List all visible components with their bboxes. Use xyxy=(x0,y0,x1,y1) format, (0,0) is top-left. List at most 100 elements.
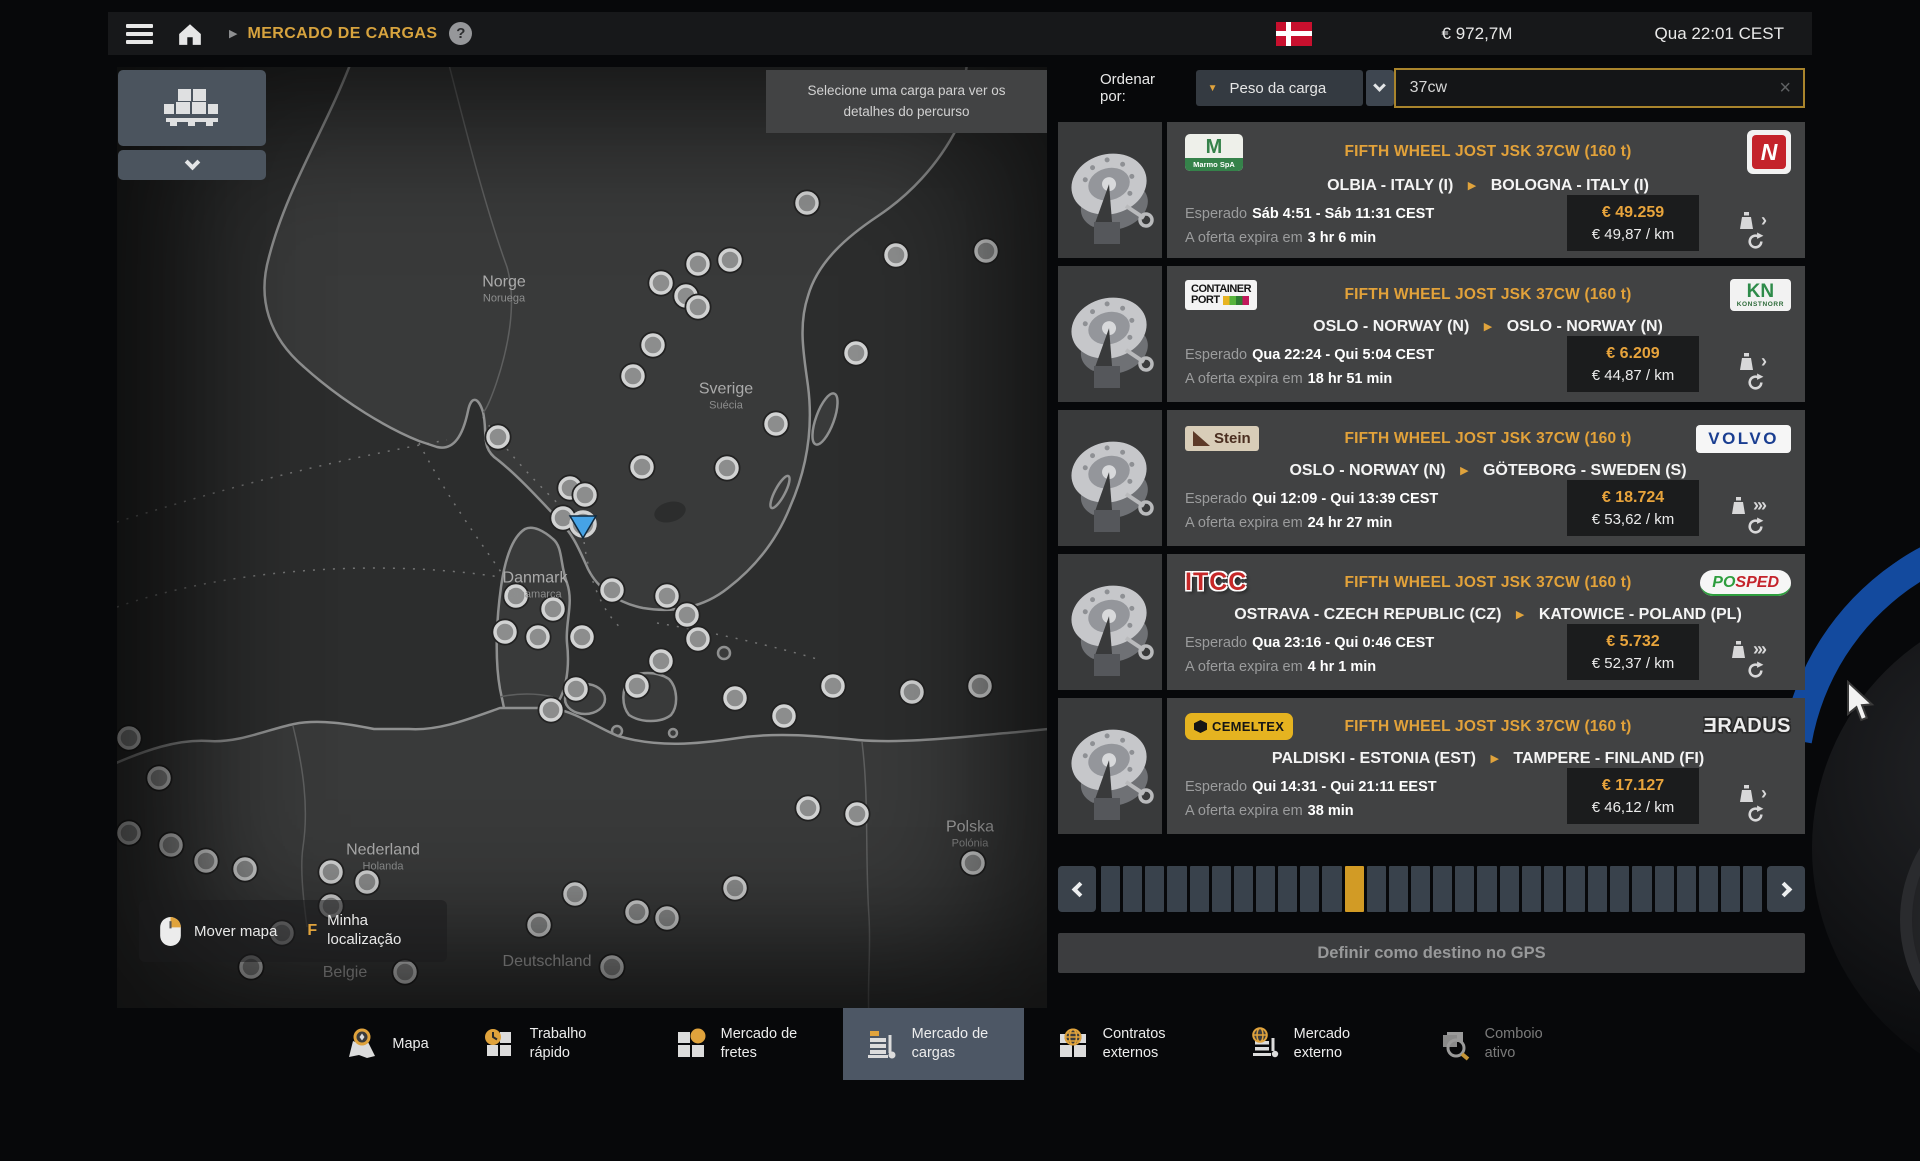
sort-dropdown[interactable]: ▼ Peso da carga xyxy=(1196,70,1364,106)
search-input[interactable] xyxy=(1408,78,1780,98)
page-block[interactable] xyxy=(1278,866,1297,912)
cargo-marker[interactable] xyxy=(493,620,518,645)
cargo-marker[interactable] xyxy=(621,364,646,389)
cargo-marker[interactable] xyxy=(319,860,344,885)
help-icon[interactable]: ? xyxy=(449,22,472,45)
prev-page-button[interactable] xyxy=(1058,866,1096,912)
page-block[interactable] xyxy=(1190,866,1209,912)
cargo-marker[interactable] xyxy=(630,455,655,480)
cargo-marker[interactable] xyxy=(233,857,258,882)
page-block[interactable] xyxy=(1212,866,1231,912)
next-page-button[interactable] xyxy=(1767,866,1805,912)
cargo-marker[interactable] xyxy=(968,674,993,699)
tab-quick-job[interactable]: Trabalho rápido xyxy=(461,1008,642,1080)
cargo-marker[interactable] xyxy=(541,597,566,622)
cargo-marker[interactable] xyxy=(655,584,680,609)
home-icon[interactable] xyxy=(177,22,203,46)
cargo-marker[interactable] xyxy=(539,698,564,723)
cargo-offer-row[interactable]: ITCC FIFTH WHEEL JOST JSK 37CW (160 t) P… xyxy=(1058,554,1805,690)
cargo-marker[interactable] xyxy=(649,649,674,674)
page-block[interactable] xyxy=(1367,866,1386,912)
page-block[interactable] xyxy=(1455,866,1474,912)
cargo-marker[interactable] xyxy=(686,252,711,277)
page-block[interactable] xyxy=(1101,866,1120,912)
cargo-marker[interactable] xyxy=(715,456,740,481)
filter-expand-button[interactable] xyxy=(118,150,266,180)
page-block[interactable] xyxy=(1477,866,1496,912)
cargo-marker[interactable] xyxy=(504,584,529,609)
cargo-marker[interactable] xyxy=(625,900,650,925)
cargo-marker[interactable] xyxy=(486,425,511,450)
cargo-marker[interactable] xyxy=(600,955,625,980)
cargo-marker[interactable] xyxy=(961,851,986,876)
page-block-current[interactable] xyxy=(1345,866,1364,912)
cargo-marker[interactable] xyxy=(564,677,589,702)
cargo-offer-row[interactable]: M Marmo SpA FIFTH WHEEL JOST JSK 37CW (1… xyxy=(1058,122,1805,258)
cargo-marker[interactable] xyxy=(686,627,711,652)
cargo-offer-row[interactable]: CEMELTEX FIFTH WHEEL JOST JSK 37CW (160 … xyxy=(1058,698,1805,834)
clear-search-icon[interactable]: × xyxy=(1779,78,1791,98)
cargo-marker[interactable] xyxy=(393,960,418,985)
cargo-marker[interactable] xyxy=(117,821,142,846)
page-block[interactable] xyxy=(1145,866,1164,912)
cargo-marker[interactable] xyxy=(772,704,797,729)
page-block[interactable] xyxy=(1544,866,1563,912)
cargo-marker[interactable] xyxy=(563,882,588,907)
cargo-type-filter-button[interactable] xyxy=(118,70,266,146)
cargo-marker[interactable] xyxy=(570,625,595,650)
world-map[interactable]: NorgeNoruegaSverigeSuéciaDanmarkDinamarc… xyxy=(117,67,1047,1008)
cargo-marker[interactable] xyxy=(194,849,219,874)
cargo-marker[interactable] xyxy=(159,833,184,858)
cargo-marker[interactable] xyxy=(723,686,748,711)
cargo-marker[interactable] xyxy=(573,483,598,508)
cargo-marker[interactable] xyxy=(718,248,743,273)
cargo-marker[interactable] xyxy=(796,796,821,821)
cargo-marker[interactable] xyxy=(686,295,711,320)
cargo-marker[interactable] xyxy=(527,913,552,938)
cargo-marker[interactable] xyxy=(649,271,674,296)
page-block[interactable] xyxy=(1300,866,1319,912)
page-block[interactable] xyxy=(1588,866,1607,912)
cargo-marker[interactable] xyxy=(845,802,870,827)
cargo-marker[interactable] xyxy=(641,333,666,358)
cargo-marker[interactable] xyxy=(117,726,142,751)
page-block[interactable] xyxy=(1721,866,1740,912)
page-block[interactable] xyxy=(1743,866,1762,912)
page-block[interactable] xyxy=(1234,866,1253,912)
page-block[interactable] xyxy=(1500,866,1519,912)
cargo-marker[interactable] xyxy=(675,603,700,628)
cargo-marker[interactable] xyxy=(795,191,820,216)
cargo-marker[interactable] xyxy=(723,876,748,901)
page-block[interactable] xyxy=(1522,866,1541,912)
cargo-marker[interactable] xyxy=(526,625,551,650)
page-block[interactable] xyxy=(1677,866,1696,912)
tab-freight-market[interactable]: Mercado de fretes xyxy=(652,1008,833,1080)
page-block[interactable] xyxy=(1699,866,1718,912)
page-block[interactable] xyxy=(1566,866,1585,912)
page-block[interactable] xyxy=(1322,866,1341,912)
tab-external-contracts[interactable]: Contratos externos xyxy=(1034,1008,1215,1080)
cargo-marker[interactable] xyxy=(821,674,846,699)
sort-dropdown-expand-button[interactable] xyxy=(1366,70,1394,106)
cargo-marker[interactable] xyxy=(355,870,380,895)
cargo-marker[interactable] xyxy=(655,906,680,931)
page-block[interactable] xyxy=(1411,866,1430,912)
tab-external-market[interactable]: Mercado externo xyxy=(1225,1008,1406,1080)
cargo-marker[interactable] xyxy=(884,243,909,268)
cargo-marker[interactable] xyxy=(764,412,789,437)
cargo-marker[interactable] xyxy=(147,766,172,791)
cargo-marker[interactable] xyxy=(625,674,650,699)
page-block[interactable] xyxy=(1433,866,1452,912)
page-block[interactable] xyxy=(1610,866,1629,912)
page-block[interactable] xyxy=(1389,866,1408,912)
page-block[interactable] xyxy=(1123,866,1142,912)
page-block[interactable] xyxy=(1655,866,1674,912)
cargo-marker[interactable] xyxy=(974,239,999,264)
page-block[interactable] xyxy=(1167,866,1186,912)
page-block[interactable] xyxy=(1256,866,1275,912)
cargo-marker[interactable] xyxy=(600,578,625,603)
cargo-offer-row[interactable]: CONTAINER PORT FIFTH WHEEL JOST JSK 37CW… xyxy=(1058,266,1805,402)
tab-cargo-market[interactable]: Mercado de cargas xyxy=(843,1008,1024,1080)
cargo-offer-row[interactable]: Stein FIFTH WHEEL JOST JSK 37CW (160 t) … xyxy=(1058,410,1805,546)
cargo-marker[interactable] xyxy=(844,341,869,366)
